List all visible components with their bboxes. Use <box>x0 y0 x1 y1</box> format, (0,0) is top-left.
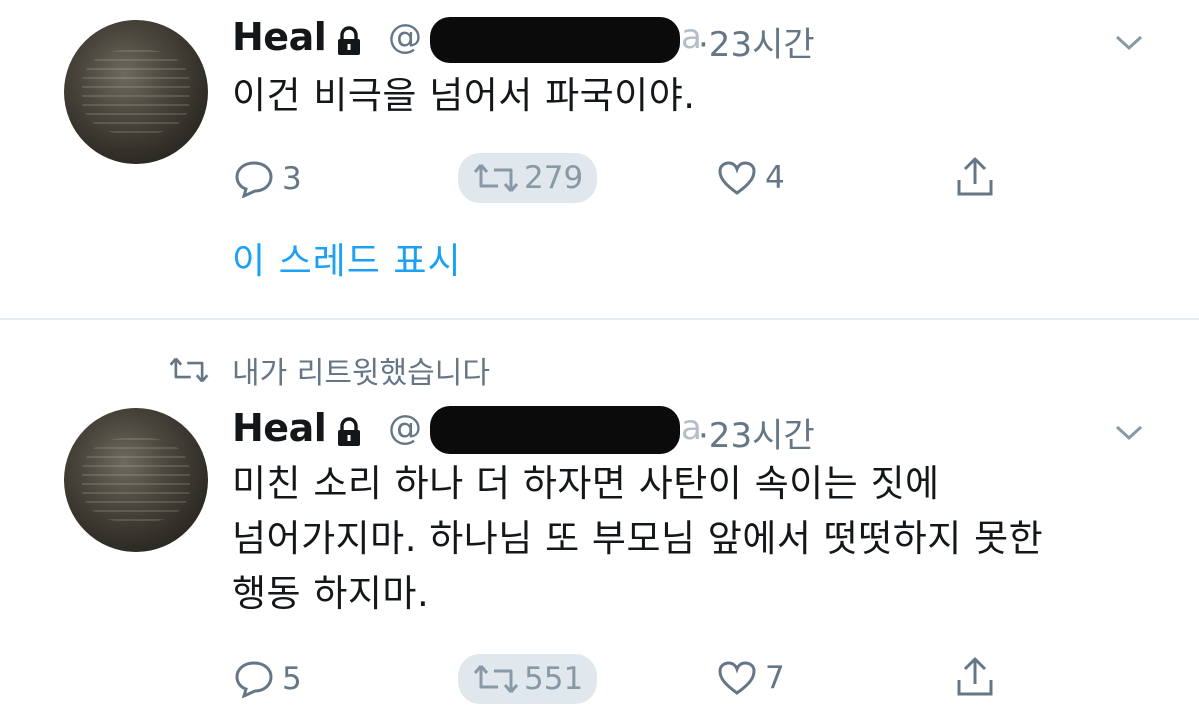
retweet-button[interactable]: 551 <box>458 654 598 704</box>
handle-at-symbol: @ <box>388 17 422 57</box>
author-name[interactable]: Heal <box>232 15 327 59</box>
chevron-down-icon[interactable] <box>1114 423 1144 443</box>
lock-icon <box>338 26 360 55</box>
like-count: 7 <box>765 660 785 696</box>
handle-at-symbol: @ <box>388 408 422 448</box>
share-icon <box>957 157 993 196</box>
reply-button[interactable]: 3 <box>234 160 302 198</box>
tweet-time[interactable]: ·23시간 <box>698 17 815 66</box>
avatar[interactable] <box>64 408 208 552</box>
like-count: 4 <box>765 160 785 196</box>
like-button[interactable]: 4 <box>717 160 785 196</box>
like-icon <box>718 161 756 195</box>
tweet-text-line-2: 넘어가지마. 하나님 또 부모님 앞에서 떳떳하지 못한 <box>232 517 1044 560</box>
chevron-down-icon[interactable] <box>1114 33 1144 53</box>
retweet-notice: 내가 리트윗했습니다 <box>168 348 490 392</box>
retweet-button[interactable]: 279 <box>458 153 598 203</box>
lock-icon <box>338 417 360 446</box>
avatar[interactable] <box>64 20 208 164</box>
tweet-text-line-3: 행동 하지마. <box>232 572 430 615</box>
retweet-notice-label: 내가 리트윗했습니다 <box>232 356 490 391</box>
retweet-count: 279 <box>524 160 584 196</box>
retweet-icon <box>473 164 519 192</box>
reply-icon <box>235 161 273 198</box>
tweet-time[interactable]: ·23시간 <box>698 408 815 457</box>
tweet-1[interactable]: Heal @ a ·23시간 이건 비극을 넘어서 파국이야. 3 279 4 <box>0 0 1199 318</box>
share-button[interactable] <box>955 656 995 698</box>
reply-count: 5 <box>282 661 302 697</box>
tweet-2[interactable]: 내가 리트윗했습니다 Heal @ a ·23시간 미친 소리 하나 더 하자면… <box>0 320 1199 720</box>
redacted-handle <box>430 17 680 63</box>
author-name[interactable]: Heal <box>232 406 327 450</box>
share-button[interactable] <box>955 156 995 198</box>
show-thread-link[interactable]: 이 스레드 표시 <box>232 232 462 284</box>
tweet-text: 이건 비극을 넘어서 파국이야. <box>232 74 696 117</box>
redacted-handle <box>430 406 680 454</box>
reply-icon <box>235 661 273 698</box>
like-icon <box>718 661 756 695</box>
like-button[interactable]: 7 <box>717 660 785 696</box>
retweet-icon <box>473 665 519 693</box>
share-icon <box>957 657 993 696</box>
retweet-icon <box>169 357 209 383</box>
reply-button[interactable]: 5 <box>234 660 302 698</box>
retweet-count: 551 <box>524 661 584 697</box>
reply-count: 3 <box>282 161 302 197</box>
tweet-text-line-1: 미친 소리 하나 더 하자면 사탄이 속이는 짓에 <box>232 462 940 505</box>
